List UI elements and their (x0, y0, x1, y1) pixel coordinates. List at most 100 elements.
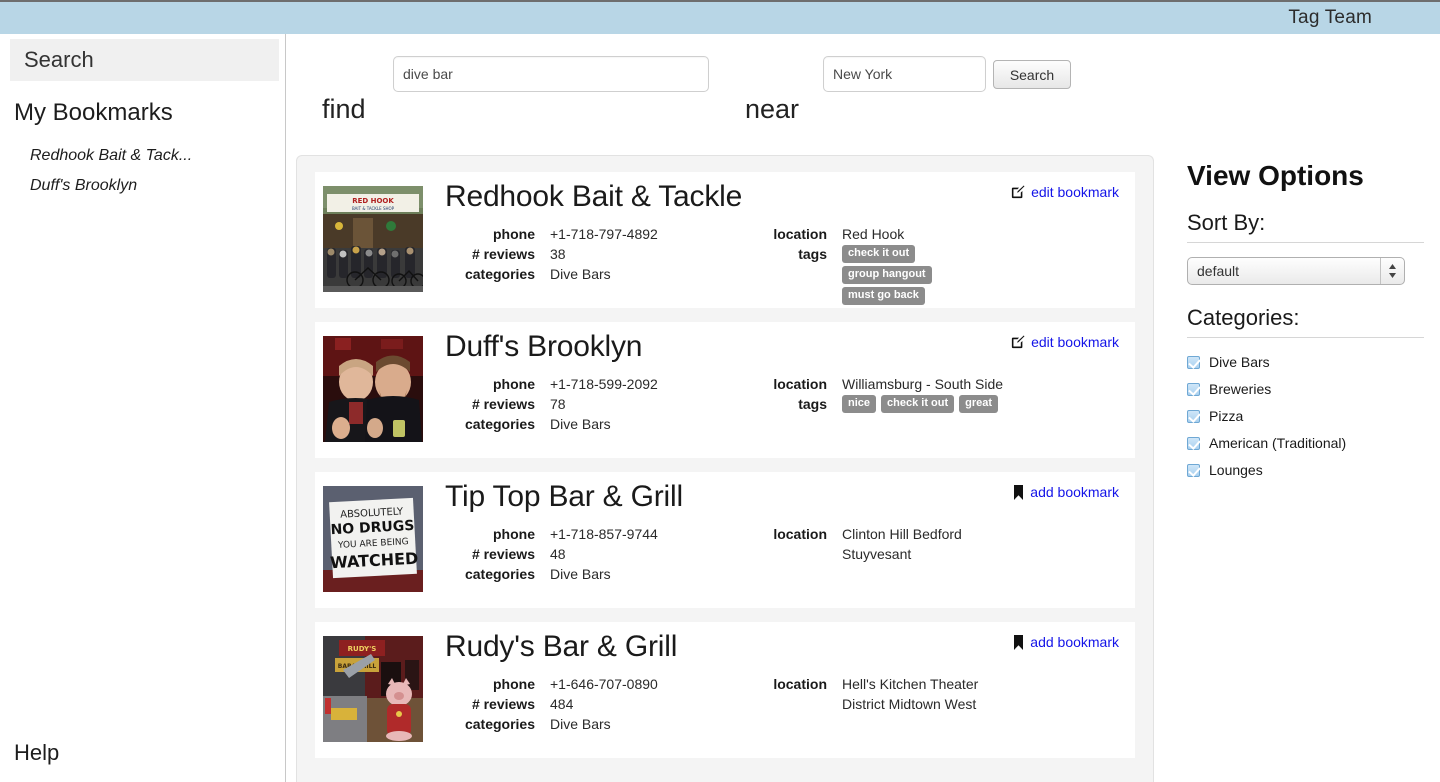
result-details-right: location Hell's Kitchen Theater District… (755, 674, 1002, 714)
sort-by-value: default (1197, 263, 1240, 279)
field-tags: tags check it out group hangout must go ba… (755, 244, 937, 307)
svg-text:RED HOOK: RED HOOK (352, 197, 394, 205)
svg-text:BAIT & TACKLE SHOP: BAIT & TACKLE SHOP (352, 206, 395, 211)
add-bookmark-button[interactable]: add bookmark (1013, 634, 1119, 650)
field-categories: categories Dive Bars (445, 414, 658, 434)
categories-checkbox-list: Dive Bars Breweries Pizza American (Trad… (1187, 354, 1424, 478)
checkbox-icon[interactable] (1187, 463, 1200, 477)
result-details-right: location Clinton Hill Bedford Stuyvesant (755, 524, 992, 564)
checkbox-icon[interactable] (1187, 409, 1200, 423)
search-input-near[interactable] (823, 56, 986, 92)
field-value: Dive Bars (550, 416, 611, 432)
result-thumbnail: RUDY'S BAR&GRILL (323, 636, 423, 742)
result-title[interactable]: Duff's Brooklyn (445, 330, 642, 364)
field-location: location Hell's Kitchen Theater District… (755, 674, 1002, 714)
find-label: find (322, 94, 366, 124)
categories-label: Categories: (1187, 305, 1300, 330)
field-value: Hell's Kitchen Theater District Midtown … (842, 676, 979, 712)
bookmarks-list: Redhook Bait & Tack... Duff's Brooklyn (0, 141, 285, 201)
add-bookmark-button[interactable]: add bookmark (1013, 484, 1119, 500)
field-phone: phone +1-718-797-4892 (445, 224, 658, 244)
field-label: phone (493, 376, 535, 392)
result-details-left: phone +1-718-857-9744 # reviews 48 categ… (445, 524, 658, 584)
tag-badge: group hangout (842, 266, 932, 284)
search-button[interactable]: Search (993, 60, 1071, 89)
result-card[interactable]: Duff's Brooklyn phone +1-718-599-2092 # … (315, 322, 1135, 458)
edit-bookmark-button[interactable]: edit bookmark (1011, 184, 1119, 200)
field-tags: tags nice check it out great (755, 394, 1003, 415)
result-thumbnail (323, 336, 423, 442)
result-title[interactable]: Rudy's Bar & Grill (445, 630, 677, 664)
field-label: phone (493, 676, 535, 692)
field-value: Williamsburg - South Side (842, 376, 1004, 392)
edit-bookmark-button[interactable]: edit bookmark (1011, 334, 1119, 350)
field-label: # reviews (471, 696, 535, 712)
category-label: Lounges (1209, 462, 1263, 478)
bookmark-flag-icon (1013, 634, 1024, 650)
result-details-right: location Red Hook tags check it out group… (755, 224, 937, 307)
checkbox-icon[interactable] (1187, 382, 1200, 396)
result-card[interactable]: ABSOLUTELY NO DRUGS YOU ARE BEING WATCHE… (315, 472, 1135, 608)
field-value: +1-646-707-0890 (550, 676, 658, 692)
sort-by-select[interactable]: default (1187, 257, 1405, 285)
field-value: Clinton Hill Bedford Stuyvesant (842, 526, 962, 562)
sidebar-item-search[interactable]: Search (10, 39, 279, 81)
category-label: Breweries (1209, 381, 1272, 397)
field-label: categories (464, 566, 535, 582)
results-panel: RED HOOK BAIT & TACKLE SHOP Redhook Bait… (296, 155, 1154, 782)
field-location: location Williamsburg - South Side (755, 374, 1003, 394)
result-details-left: phone +1-718-797-4892 # reviews 38 categ… (445, 224, 658, 284)
checkbox-icon[interactable] (1187, 355, 1200, 369)
divider (1187, 337, 1424, 338)
result-card[interactable]: RED HOOK BAIT & TACKLE SHOP Redhook Bait… (315, 172, 1135, 308)
bookmark-flag-icon (1013, 484, 1024, 500)
result-thumbnail: ABSOLUTELY NO DRUGS YOU ARE BEING WATCHE… (323, 486, 423, 592)
field-value: +1-718-857-9744 (550, 526, 658, 542)
result-title[interactable]: Tip Top Bar & Grill (445, 480, 683, 514)
field-label: location (773, 376, 827, 392)
search-input-find[interactable] (393, 56, 709, 92)
field-value: Red Hook (842, 226, 905, 242)
list-item[interactable]: Duff's Brooklyn (0, 171, 285, 201)
tag-list: check it out group hangout must go back (842, 244, 937, 307)
category-checkbox-dive-bars[interactable]: Dive Bars (1187, 354, 1424, 370)
edit-bookmark-label: edit bookmark (1031, 334, 1119, 350)
field-location: location Clinton Hill Bedford Stuyvesant (755, 524, 992, 564)
field-phone: phone +1-718-857-9744 (445, 524, 658, 544)
result-title[interactable]: Redhook Bait & Tackle (445, 180, 742, 214)
help-link[interactable]: Help (14, 740, 59, 766)
field-label: phone (493, 526, 535, 542)
search-bar: find near Search (286, 34, 1440, 134)
field-categories: categories Dive Bars (445, 564, 658, 584)
tag-badge: must go back (842, 287, 925, 305)
view-options-title: View Options (1187, 160, 1364, 191)
field-label: location (773, 526, 827, 542)
tag-badge: nice (842, 395, 877, 413)
field-value: 78 (550, 396, 566, 412)
near-label: near (745, 94, 800, 124)
category-checkbox-american-traditional[interactable]: American (Traditional) (1187, 435, 1424, 451)
category-checkbox-lounges[interactable]: Lounges (1187, 462, 1424, 478)
category-label: Pizza (1209, 408, 1244, 424)
sort-by-label: Sort By: (1187, 210, 1266, 235)
category-checkbox-pizza[interactable]: Pizza (1187, 408, 1424, 424)
field-phone: phone +1-646-707-0890 (445, 674, 658, 694)
view-options-panel: View Options Sort By: default Categories… (1180, 160, 1424, 489)
result-card[interactable]: RUDY'S BAR&GRILL Rudy's Bar & Grill (315, 622, 1135, 758)
field-value: 484 (550, 696, 574, 712)
list-item[interactable]: Redhook Bait & Tack... (0, 141, 285, 171)
checkbox-icon[interactable] (1187, 436, 1200, 450)
field-label: categories (464, 416, 535, 432)
svg-text:RUDY'S: RUDY'S (348, 645, 377, 653)
tag-list: nice check it out great (842, 394, 1003, 415)
field-reviews: # reviews 38 (445, 244, 658, 264)
add-bookmark-label: add bookmark (1030, 634, 1119, 650)
field-value: Dive Bars (550, 266, 611, 282)
my-bookmarks-heading: My Bookmarks (14, 99, 173, 126)
result-details-left: phone +1-718-599-2092 # reviews 78 categ… (445, 374, 658, 434)
tag-badge: check it out (842, 245, 916, 263)
category-checkbox-breweries[interactable]: Breweries (1187, 381, 1424, 397)
edit-bookmark-label: edit bookmark (1031, 184, 1119, 200)
field-label: # reviews (471, 546, 535, 562)
field-phone: phone +1-718-599-2092 (445, 374, 658, 394)
